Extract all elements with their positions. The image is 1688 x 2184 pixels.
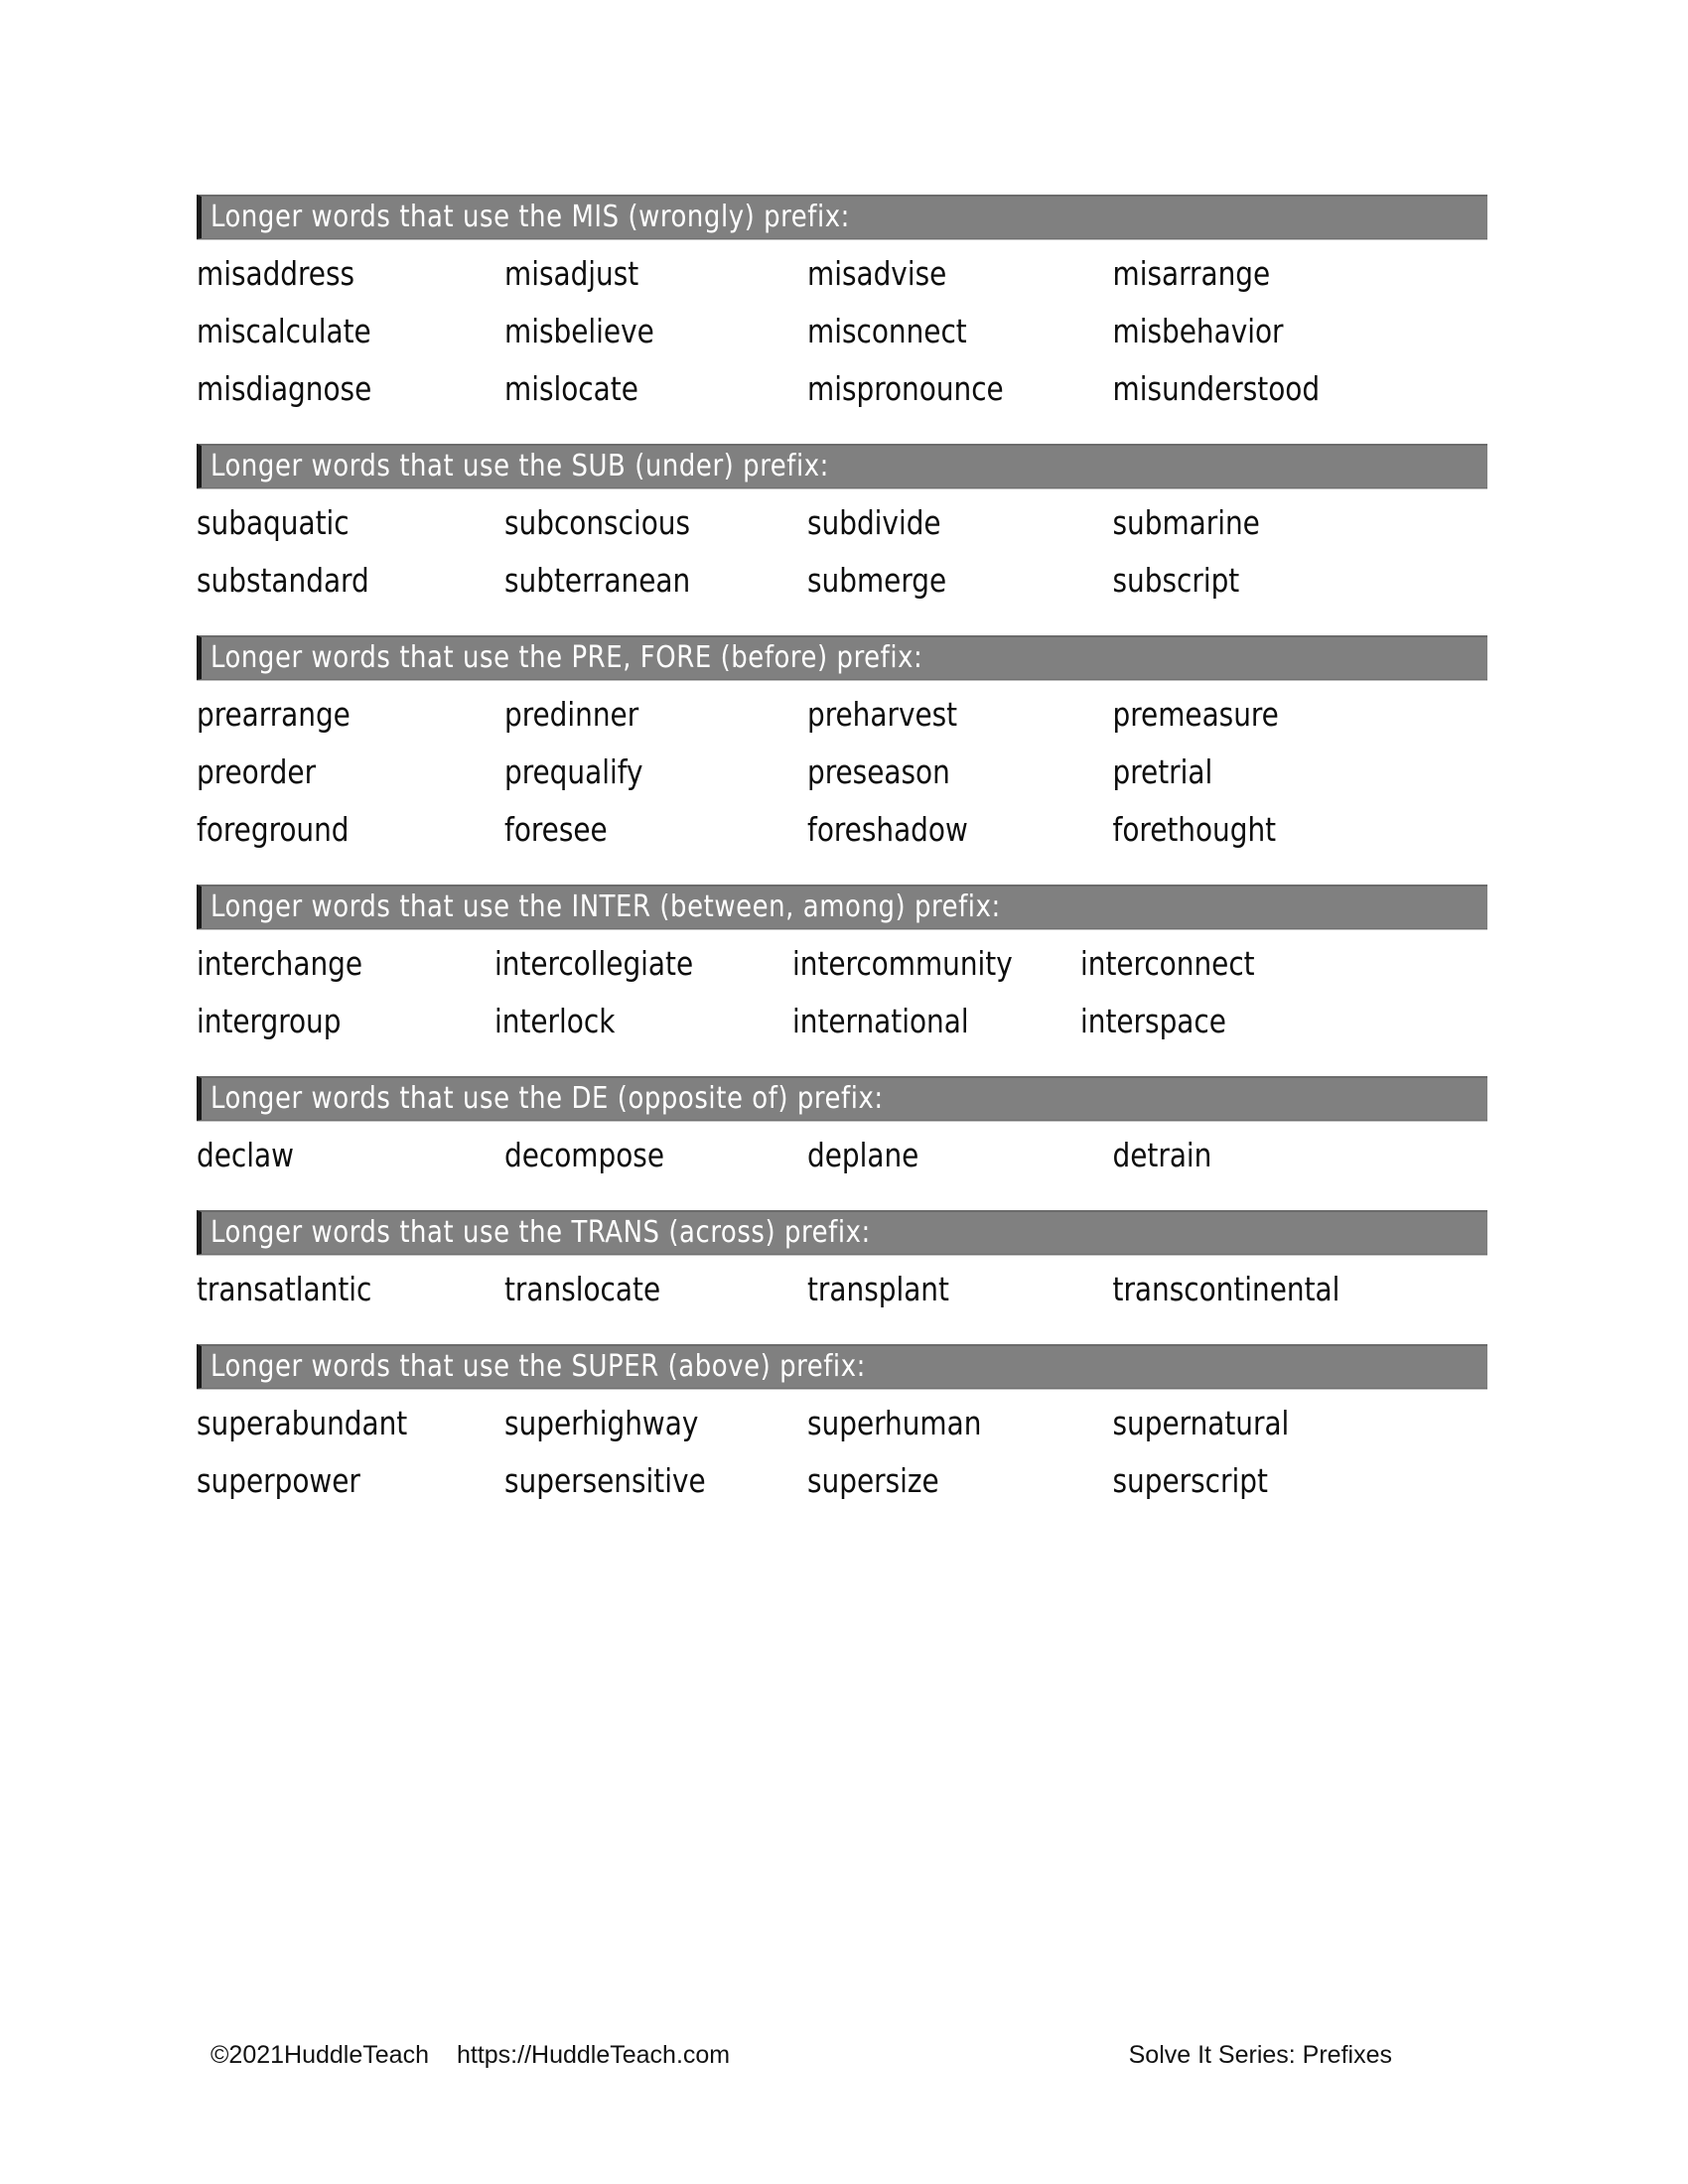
- word-grid-sub: subaquatic subconscious subdivide submar…: [197, 488, 1487, 610]
- section-header-bar-sub: Longer words that use the SUB (under) pr…: [197, 444, 1487, 488]
- word-cell: preorder: [197, 752, 317, 791]
- section-heading-trans: Longer words that use the TRANS (across)…: [211, 1215, 871, 1250]
- word-cell: misbelieve: [504, 312, 654, 350]
- word-cell: interchange: [197, 944, 363, 983]
- word-cell: misunderstood: [1112, 369, 1321, 408]
- section-header-bar-mis: Longer words that use the MIS (wrongly) …: [197, 195, 1487, 239]
- word-cell: intergroup: [197, 1002, 342, 1040]
- word-cell: misconnect: [807, 312, 967, 350]
- series-label: Solve It Series: Prefixes: [1128, 2041, 1392, 2069]
- prefix-section-inter: Longer words that use the INTER (between…: [197, 885, 1487, 1050]
- word-cell: superhighway: [504, 1404, 699, 1442]
- word-cell: premeasure: [1112, 695, 1279, 734]
- word-grid-super: superabundant superhighway superhuman su…: [197, 1389, 1487, 1510]
- word-cell: international: [792, 1002, 969, 1040]
- word-cell: superabundant: [197, 1404, 408, 1442]
- word-cell: misadjust: [504, 254, 639, 293]
- word-cell: interlock: [494, 1002, 616, 1040]
- word-cell: superhuman: [807, 1404, 982, 1442]
- word-cell: supernatural: [1112, 1404, 1290, 1442]
- word-cell: subconscious: [504, 503, 691, 542]
- word-cell: misaddress: [197, 254, 355, 293]
- word-grid-de: declaw decompose deplane detrain: [197, 1121, 1487, 1184]
- word-cell: misarrange: [1112, 254, 1271, 293]
- word-cell: pretrial: [1112, 752, 1213, 791]
- word-cell: supersensitive: [504, 1461, 706, 1500]
- word-cell: intercommunity: [792, 944, 1013, 983]
- section-heading-de: Longer words that use the DE (opposite o…: [211, 1081, 884, 1116]
- word-cell: submarine: [1112, 503, 1260, 542]
- prefix-section-super: Longer words that use the SUPER (above) …: [197, 1344, 1487, 1510]
- section-header-bar-pre-fore: Longer words that use the PRE, FORE (bef…: [197, 635, 1487, 680]
- word-cell: transatlantic: [197, 1270, 372, 1308]
- word-cell: predinner: [504, 695, 639, 734]
- word-cell: misdiagnose: [197, 369, 372, 408]
- word-cell: supersize: [807, 1461, 939, 1500]
- prefix-section-de: Longer words that use the DE (opposite o…: [197, 1076, 1487, 1184]
- section-header-bar-trans: Longer words that use the TRANS (across)…: [197, 1210, 1487, 1255]
- word-cell: miscalculate: [197, 312, 371, 350]
- section-header-bar-super: Longer words that use the SUPER (above) …: [197, 1344, 1487, 1389]
- word-cell: misadvise: [807, 254, 947, 293]
- word-cell: mislocate: [504, 369, 638, 408]
- section-header-bar-inter: Longer words that use the INTER (between…: [197, 885, 1487, 929]
- word-grid-trans: transatlantic translocate transplant tra…: [197, 1255, 1487, 1318]
- worksheet-page: Longer words that use the MIS (wrongly) …: [0, 0, 1688, 2184]
- section-heading-pre-fore: Longer words that use the PRE, FORE (bef…: [211, 640, 923, 675]
- word-cell: translocate: [504, 1270, 661, 1308]
- copyright-notice: ©2021HuddleTeach: [211, 2041, 429, 2069]
- prefix-section-sub: Longer words that use the SUB (under) pr…: [197, 444, 1487, 610]
- word-cell: deplane: [807, 1136, 919, 1174]
- word-cell: substandard: [197, 561, 369, 600]
- word-grid-inter: interchange intercollegiate intercommuni…: [197, 929, 1487, 1050]
- section-header-bar-de: Longer words that use the DE (opposite o…: [197, 1076, 1487, 1121]
- word-cell: prequalify: [504, 752, 643, 791]
- website-url[interactable]: https://HuddleTeach.com: [457, 2041, 730, 2070]
- section-heading-inter: Longer words that use the INTER (between…: [211, 889, 1001, 924]
- word-cell: foreshadow: [807, 810, 968, 849]
- word-cell: misbehavior: [1112, 312, 1284, 350]
- word-cell: mispronounce: [807, 369, 1004, 408]
- word-cell: preharvest: [807, 695, 958, 734]
- word-grid-mis: misaddress misadjust misadvise misarrang…: [197, 239, 1487, 418]
- prefix-section-mis: Longer words that use the MIS (wrongly) …: [197, 195, 1487, 418]
- word-cell: interspace: [1080, 1002, 1226, 1040]
- word-cell: preseason: [807, 752, 950, 791]
- word-cell: submerge: [807, 561, 947, 600]
- section-heading-mis: Longer words that use the MIS (wrongly) …: [211, 200, 850, 234]
- section-heading-sub: Longer words that use the SUB (under) pr…: [211, 449, 829, 483]
- word-cell: subterranean: [504, 561, 691, 600]
- word-cell: superpower: [197, 1461, 360, 1500]
- word-cell: foreground: [197, 810, 350, 849]
- word-cell: detrain: [1112, 1136, 1212, 1174]
- prefix-section-pre-fore: Longer words that use the PRE, FORE (bef…: [197, 635, 1487, 859]
- word-cell: transplant: [807, 1270, 949, 1308]
- word-grid-pre-fore: prearrange predinner preharvest premeasu…: [197, 680, 1487, 859]
- word-cell: subscript: [1112, 561, 1240, 600]
- word-cell: subaquatic: [197, 503, 350, 542]
- word-cell: foresee: [504, 810, 608, 849]
- word-cell: prearrange: [197, 695, 351, 734]
- prefix-sections: Longer words that use the MIS (wrongly) …: [197, 195, 1487, 1536]
- page-footer: ©2021HuddleTeach https://HuddleTeach.com…: [197, 2041, 1487, 2081]
- word-cell: decompose: [504, 1136, 665, 1174]
- word-cell: transcontinental: [1112, 1270, 1340, 1308]
- word-cell: superscript: [1112, 1461, 1268, 1500]
- word-cell: interconnect: [1080, 944, 1255, 983]
- word-cell: intercollegiate: [494, 944, 694, 983]
- word-cell: subdivide: [807, 503, 941, 542]
- word-cell: forethought: [1112, 810, 1277, 849]
- word-cell: declaw: [197, 1136, 294, 1174]
- prefix-section-trans: Longer words that use the TRANS (across)…: [197, 1210, 1487, 1318]
- section-heading-super: Longer words that use the SUPER (above) …: [211, 1349, 866, 1384]
- footer-left-group: ©2021HuddleTeach https://HuddleTeach.com: [211, 2041, 730, 2070]
